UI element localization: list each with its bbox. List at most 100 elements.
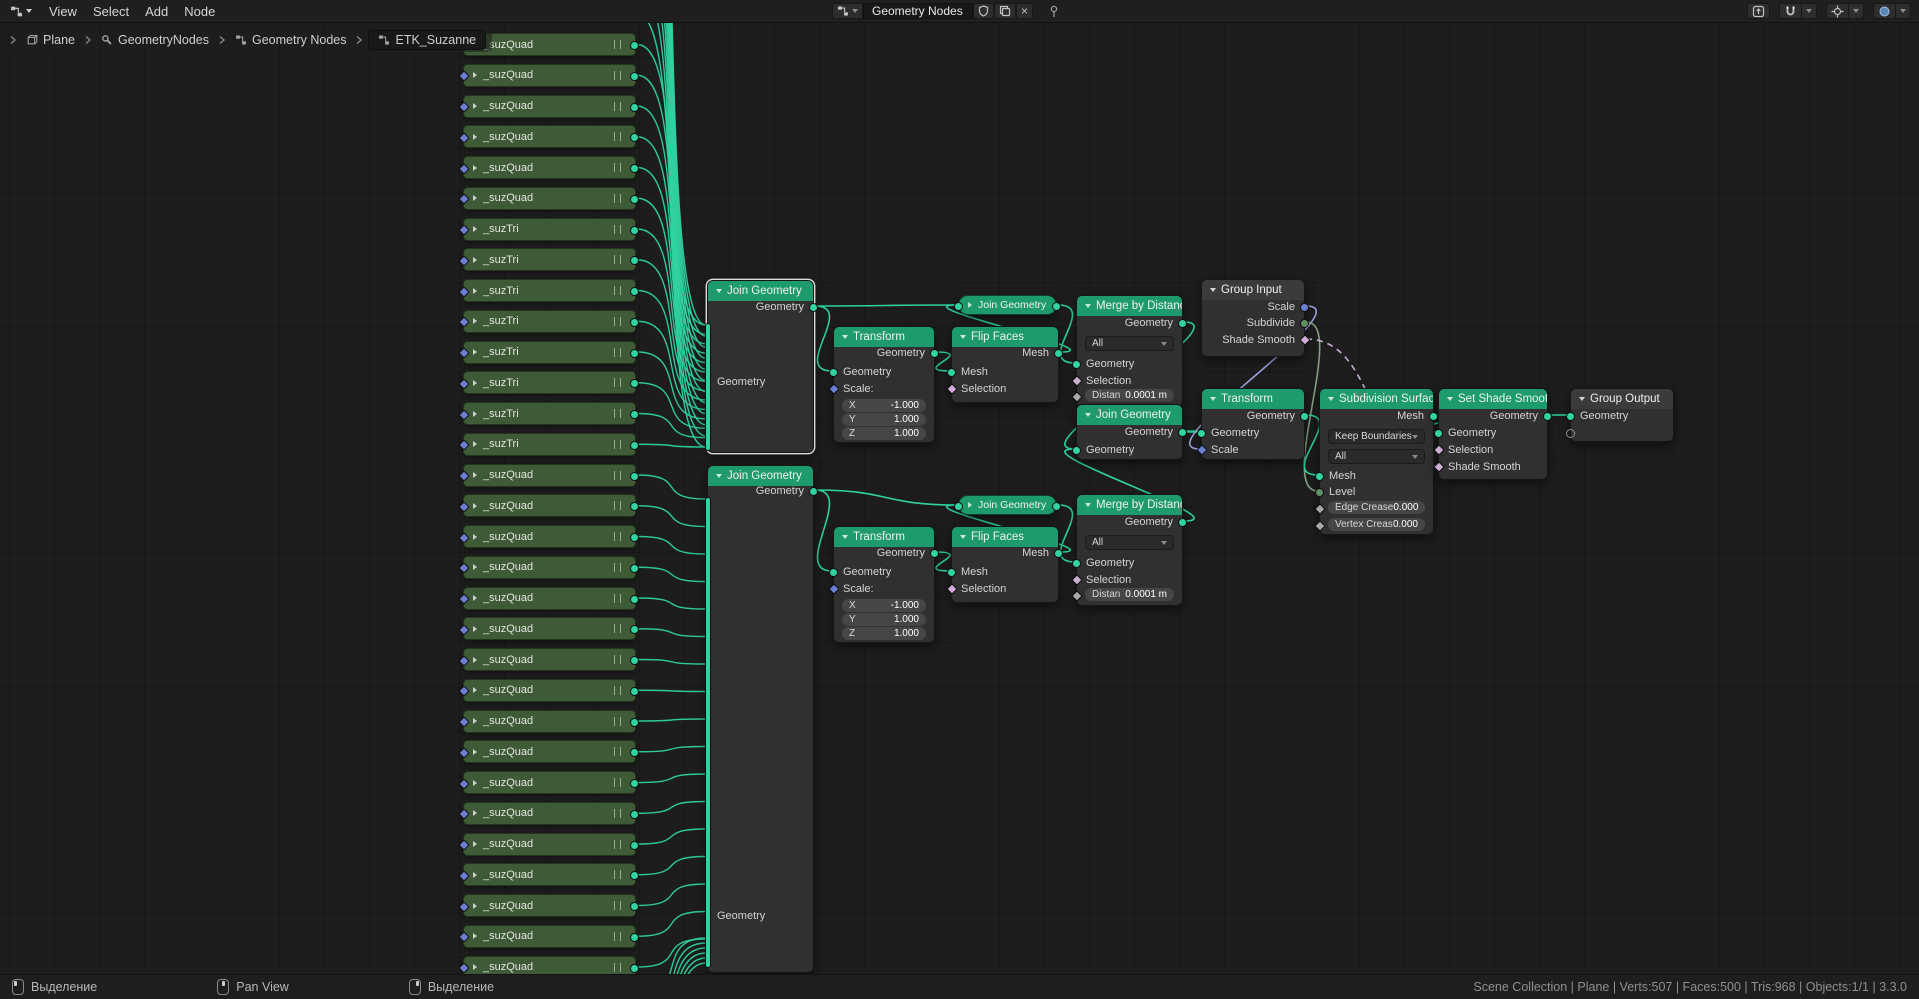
collapse-icon[interactable] — [960, 335, 966, 339]
editor-type-button[interactable] — [5, 3, 37, 20]
node-header[interactable]: Flip Faces — [952, 527, 1058, 547]
geometry-socket[interactable] — [809, 302, 818, 312]
geometry-socket[interactable] — [809, 486, 818, 496]
collapse-icon[interactable] — [716, 289, 722, 293]
geometry-socket[interactable] — [954, 501, 963, 511]
node-join-geometry-1[interactable]: Join Geometry Geometry Geometry — [705, 280, 818, 453]
geometry-socket[interactable] — [1178, 318, 1187, 328]
node-join-geometry-3[interactable]: Join Geometry Geometry Geometry — [1072, 404, 1187, 460]
geometry-socket[interactable] — [829, 367, 838, 377]
geometry-socket[interactable] — [930, 348, 939, 358]
node-header[interactable]: Transform — [1202, 389, 1304, 409]
node-header[interactable]: Merge by Distance — [1077, 495, 1182, 515]
field-edge-crease[interactable]: Edge Crease 0.000 — [1328, 501, 1425, 514]
geometry-socket[interactable] — [954, 301, 963, 311]
geometry-socket[interactable] — [1052, 501, 1061, 511]
field-y[interactable]: Y 1.000 — [842, 613, 926, 626]
node-editor-canvas[interactable]: _suzQuad _suzQuad _suzQuad _suzQuad _suzQuad… — [0, 0, 1919, 999]
breadcrumb-item-geometrynodes[interactable]: GeometryNodes — [97, 31, 213, 49]
node-header[interactable]: Group Input — [1202, 280, 1304, 300]
new-datablock-button[interactable] — [994, 3, 1016, 19]
geometry-socket[interactable] — [1178, 427, 1187, 437]
node-flip-faces-2[interactable]: Flip Faces Mesh Mesh Selection — [945, 526, 1063, 603]
breadcrumb-item-plane[interactable]: Plane — [22, 31, 79, 49]
geometry-socket[interactable] — [1429, 411, 1438, 421]
geometry-socket[interactable] — [1052, 301, 1061, 311]
overlays-dropdown[interactable] — [1896, 3, 1911, 19]
breadcrumb-item-etk-suzanne[interactable]: ETK_Suzanne — [368, 29, 487, 50]
virtual-socket[interactable] — [1566, 428, 1575, 438]
vector-socket[interactable] — [1300, 302, 1309, 312]
field-x[interactable]: X -1.000 — [842, 399, 926, 412]
breadcrumb-expand-icon[interactable] — [8, 35, 18, 45]
node-join-geometry-pill-2[interactable]: Join Geometry — [954, 495, 1061, 515]
geometry-socket[interactable] — [1197, 428, 1206, 438]
fake-user-button[interactable] — [973, 3, 994, 19]
collapse-icon[interactable] — [960, 535, 966, 539]
node-header[interactable]: Set Shade Smooth — [1439, 389, 1547, 409]
snap-mode-dropdown[interactable] — [1802, 3, 1817, 19]
geometry-socket[interactable] — [1054, 548, 1063, 558]
geometry-socket[interactable] — [1072, 359, 1081, 369]
collapse-icon[interactable] — [1085, 503, 1091, 507]
overlays-button[interactable] — [1873, 3, 1896, 19]
geometry-socket[interactable] — [1072, 558, 1081, 568]
tree-name-field[interactable]: Geometry Nodes — [863, 3, 973, 19]
geometry-socket[interactable] — [829, 567, 838, 577]
node-group-output[interactable]: Group Output Geometry — [1566, 388, 1674, 442]
node-subdivision-surface[interactable]: Subdivision Surface Mesh Keep Boundaries Al… — [1313, 388, 1438, 535]
menu-add[interactable]: Add — [137, 3, 176, 20]
node-header[interactable]: Transform — [834, 327, 934, 347]
dropdown-all[interactable]: All — [1085, 336, 1174, 351]
geometry-socket[interactable] — [1543, 411, 1552, 421]
node-header[interactable]: Subdivision Surface — [1320, 389, 1433, 409]
snap-target-button[interactable] — [1826, 3, 1849, 19]
field-z[interactable]: Z 1.000 — [842, 627, 926, 640]
snap-toggle-button[interactable] — [1779, 3, 1802, 19]
snap-target-dropdown[interactable] — [1849, 3, 1864, 19]
node-header[interactable]: Flip Faces — [952, 327, 1058, 347]
multi-input-socket[interactable] — [705, 323, 711, 451]
expand-icon[interactable] — [968, 502, 972, 508]
geometry-socket[interactable] — [947, 567, 956, 577]
node-header[interactable]: Join Geometry — [708, 281, 813, 301]
node-merge-by-distance-2[interactable]: Merge by Distance Geometry All Geometry Sele… — [1070, 494, 1187, 606]
collapse-icon[interactable] — [1210, 397, 1216, 401]
node-header[interactable]: Join Geometry — [1077, 405, 1182, 425]
collapse-icon[interactable] — [1085, 304, 1091, 308]
collapse-icon[interactable] — [1579, 397, 1585, 401]
collapse-icon[interactable] — [716, 474, 722, 478]
geometry-socket[interactable] — [1300, 411, 1309, 421]
node-join-geometry-pill-1[interactable]: Join Geometry — [954, 295, 1061, 315]
dropdown-all[interactable]: All — [1085, 535, 1174, 550]
geometry-socket[interactable] — [947, 367, 956, 377]
geometry-socket[interactable] — [1072, 445, 1081, 455]
collapse-icon[interactable] — [842, 535, 848, 539]
integer-socket[interactable] — [1300, 318, 1309, 328]
node-merge-by-distance-1[interactable]: Merge by Distance Geometry All Geometry Sele… — [1070, 295, 1187, 407]
field-distan[interactable]: Distan 0.0001 m — [1085, 588, 1174, 601]
float-socket[interactable] — [1070, 590, 1083, 602]
fit-view-button[interactable] — [1747, 3, 1770, 19]
geometry-socket[interactable] — [1315, 471, 1324, 481]
node-transform-1[interactable]: Transform Geometry Geometry Scale: X -1.000 Y 1… — [827, 326, 939, 443]
collapse-icon[interactable] — [1328, 397, 1334, 401]
menu-select[interactable]: Select — [85, 3, 137, 20]
field-x[interactable]: X -1.000 — [842, 599, 926, 612]
node-transform-3[interactable]: Transform Geometry Geometry Scale — [1195, 388, 1309, 460]
field-distan[interactable]: Distan 0.0001 m — [1085, 389, 1174, 402]
collapse-icon[interactable] — [842, 335, 848, 339]
float-socket[interactable] — [1313, 503, 1326, 515]
node-join-geometry-2[interactable]: Join Geometry Geometry Geometry — [705, 465, 818, 973]
integer-socket[interactable] — [1315, 487, 1324, 497]
collapse-icon[interactable] — [1210, 288, 1216, 292]
pin-button[interactable] — [1043, 3, 1065, 20]
field-y[interactable]: Y 1.000 — [842, 413, 926, 426]
unlink-button[interactable]: × — [1016, 3, 1034, 19]
geometry-socket[interactable] — [1434, 428, 1443, 438]
expand-icon[interactable] — [968, 302, 972, 308]
geometry-socket[interactable] — [930, 548, 939, 558]
float-socket[interactable] — [1313, 520, 1326, 532]
node-set-shade-smooth[interactable]: Set Shade Smooth Geometry Geometry Selectio… — [1432, 388, 1552, 480]
field-vertex-creas[interactable]: Vertex Creas 0.000 — [1328, 518, 1425, 531]
